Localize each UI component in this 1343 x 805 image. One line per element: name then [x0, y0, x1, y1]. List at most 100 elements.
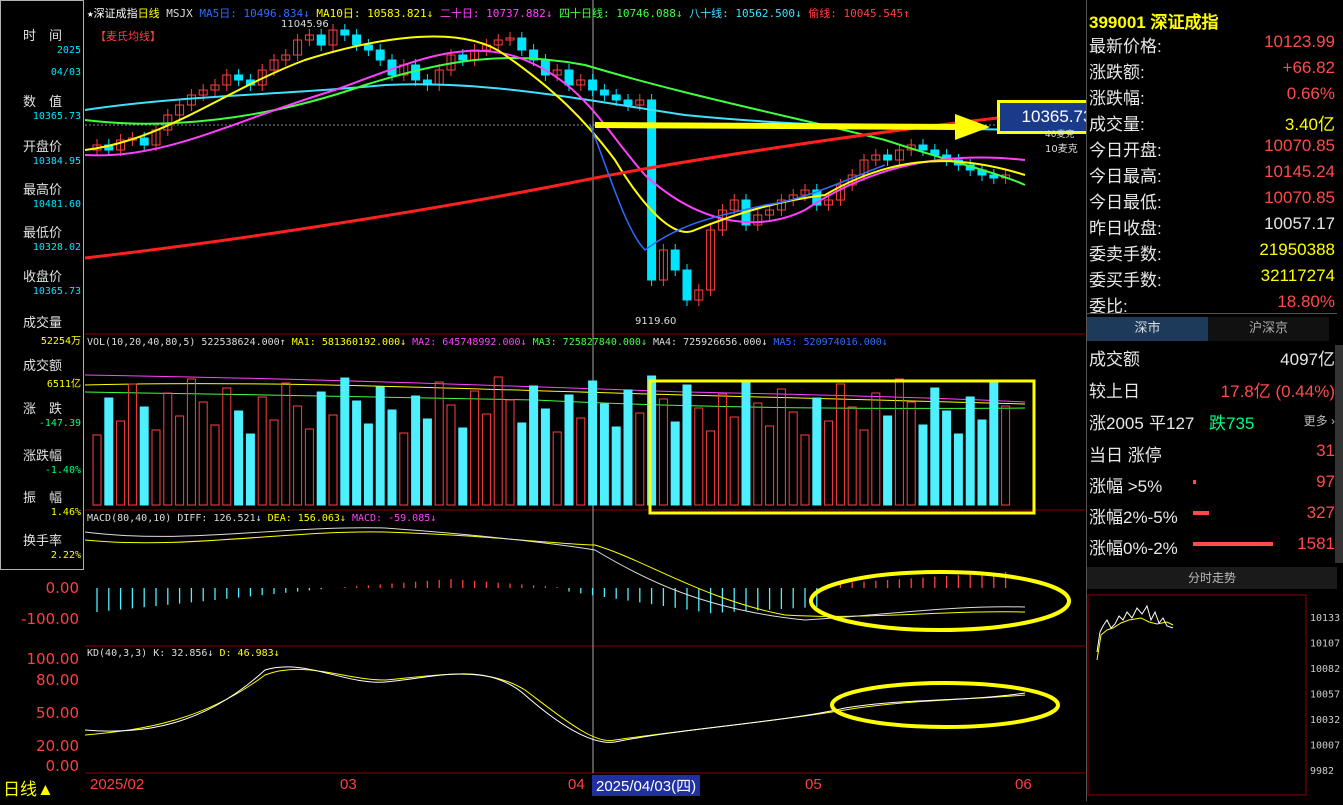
- volume-bar: [706, 430, 716, 506]
- quote-row-6: 今日最低: 10070.85: [1089, 188, 1335, 214]
- quote-header: 399001 深证成指: [1089, 8, 1218, 33]
- vol-ma4: MA4: 725926656.000↓: [653, 337, 768, 348]
- range3-label: 涨幅0%-2%: [1089, 539, 1178, 558]
- volume-bar: [564, 394, 574, 506]
- info-label-4: 最高价: [23, 182, 63, 197]
- quote-label-0: 最新价格:: [1089, 37, 1162, 56]
- volume-bar: [670, 421, 680, 506]
- index-code: 399001: [1089, 13, 1146, 32]
- volume-bar: [458, 427, 468, 506]
- info-label-11: 振 幅: [23, 490, 63, 505]
- intraday-axis-label: 9982: [1310, 766, 1334, 777]
- breadth-scrollbar[interactable]: [1335, 345, 1343, 563]
- quote-panel: 399001 深证成指 最新价格: 10123.99 涨跌额: +66.82 涨跌幅: 0…: [1086, 0, 1343, 801]
- candle-body: [918, 144, 928, 151]
- kd-d-line: [84, 668, 1026, 742]
- quote-row-9: 委买手数: 32117274: [1089, 266, 1335, 292]
- quote-row-0: 最新价格: 10123.99: [1089, 32, 1335, 58]
- tab-hushenjing[interactable]: 沪深京: [1208, 317, 1329, 341]
- quote-row-10: 委比: 18.80%: [1089, 292, 1335, 318]
- info-panel: 时 间 2025 04/03 数 值 10365.73 开盘价 10384.95 最高价 104…: [0, 0, 84, 570]
- volume-bar: [352, 400, 362, 506]
- candle-body: [234, 74, 244, 81]
- volume-bar: [116, 420, 126, 506]
- ma20-line: [84, 49, 1026, 224]
- quote-label-8: 委卖手数:: [1089, 245, 1162, 264]
- volume-bar: [422, 418, 432, 506]
- candle-body: [139, 137, 149, 146]
- low-marker: 9119.60: [635, 316, 677, 327]
- volume-bar: [210, 424, 220, 506]
- quote-label-1: 涨跌额:: [1089, 63, 1145, 82]
- info-value-2: 10365.73: [32, 111, 81, 122]
- kd-series: [84, 666, 1026, 743]
- candle-body: [375, 49, 385, 61]
- candle-body: [682, 269, 692, 301]
- quote-label-4: 今日开盘:: [1089, 141, 1162, 160]
- indicator-name: MSJX: [166, 7, 193, 20]
- compare-value: 17.8亿 (0.44%): [1220, 382, 1335, 401]
- macd-title: MACD(80,40,10): [87, 513, 172, 524]
- volume-bar: [293, 405, 303, 506]
- candle-body: [363, 44, 373, 51]
- intraday-axis-label: 10133: [1310, 613, 1340, 624]
- intraday-chart[interactable]: 10133 10107 10082 10057 10032 10007 9982: [1087, 590, 1343, 801]
- kd-d: D: 46.983↓: [219, 648, 280, 659]
- macd-dea: DEA: 156.063↓: [267, 513, 346, 524]
- volume-bar: [847, 406, 857, 506]
- volume-bar: [316, 391, 326, 506]
- candle-body: [517, 37, 527, 51]
- more-link[interactable]: 更多 ›: [1304, 412, 1335, 429]
- volume-bar: [682, 384, 692, 506]
- volume-bar: [198, 401, 208, 506]
- limit-value: 31: [1316, 441, 1335, 460]
- period-selector-button[interactable]: 日线▲: [3, 775, 54, 800]
- volume-bar: [92, 434, 102, 506]
- quote-value-5: 10145.24: [1264, 162, 1335, 181]
- vol-title: VOL(10,20,40,80,5): [87, 337, 196, 348]
- kd-axis-20: 20.00: [36, 737, 79, 755]
- volume-bar: [894, 378, 904, 506]
- candlestick-series: [92, 24, 1011, 306]
- quote-row-5: 今日最高: 10145.24: [1089, 162, 1335, 188]
- volume-bar: [375, 386, 385, 506]
- range3-bar: [1193, 542, 1273, 546]
- candle-body: [588, 79, 598, 91]
- date-axis-bar: 日线▲: [0, 773, 1085, 801]
- quote-value-10: 18.80%: [1277, 292, 1335, 311]
- info-value-7: 52254万: [40, 336, 81, 347]
- chart-period: 日线: [137, 7, 160, 20]
- kline-chart-area[interactable]: ★深证成指日线 MSJX MA5日: 10496.834↓ MA10日: 105…: [21, 0, 1117, 801]
- volume-bar: [635, 412, 645, 506]
- volume-bar: [151, 429, 161, 506]
- kd-axis-50: 50.00: [36, 704, 79, 722]
- volume-bar: [127, 383, 137, 506]
- volume-bar: [552, 431, 562, 506]
- date-label-jun: 06: [1015, 776, 1032, 793]
- quote-row-8: 委卖手数: 21950388: [1089, 240, 1335, 266]
- tab-shenshi[interactable]: 深市: [1087, 317, 1208, 341]
- flat-count: 平127: [1149, 414, 1195, 433]
- vol-ma5: MA5: 520974016.000↓: [773, 337, 888, 348]
- kline-chart-svg[interactable]: [84, 0, 1085, 801]
- intraday-axis-label: 10032: [1310, 715, 1340, 726]
- range1-value: 97: [1316, 472, 1335, 491]
- info-label-3: 开盘价: [23, 139, 63, 154]
- arrow-shaft: [594, 122, 966, 130]
- volume-bar: [776, 388, 786, 506]
- range1-label: 涨幅 >5%: [1089, 477, 1163, 496]
- candle-body: [623, 99, 633, 106]
- quote-label-3: 成交量:: [1089, 115, 1145, 134]
- volume-bar: [470, 390, 480, 506]
- volume-bar: [835, 383, 845, 506]
- vol-ma3: MA3: 725827840.000↓: [532, 337, 647, 348]
- volume-bar: [481, 413, 491, 506]
- volume-bar: [505, 399, 515, 506]
- volume-bar: [965, 396, 975, 506]
- volume-bar: [753, 402, 763, 506]
- info-label-10: 涨跌幅: [23, 448, 63, 463]
- volume-bar: [611, 426, 621, 506]
- volume-bar: [977, 419, 987, 506]
- ma-annotation: 10麦克: [1045, 144, 1078, 155]
- volume-bar: [623, 389, 633, 506]
